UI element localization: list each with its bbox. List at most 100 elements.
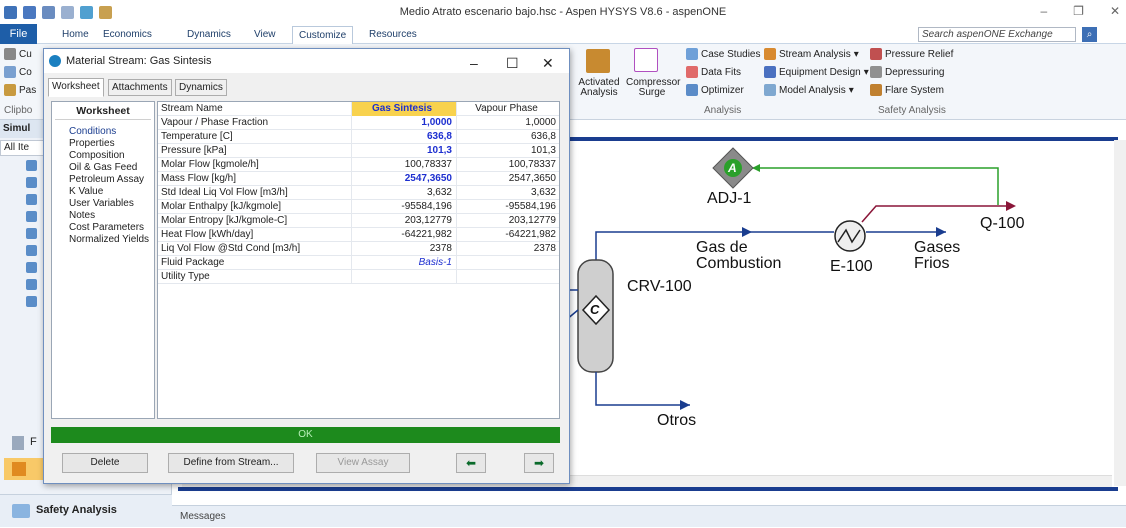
- view-assay-button: View Assay: [316, 453, 410, 473]
- adjust-signal-line: [752, 167, 999, 205]
- row-label: Molar Entropy [kJ/kgmole-C]: [161, 215, 288, 226]
- row-value-stream[interactable]: Basis-1: [351, 256, 456, 270]
- row-label: Mass Flow [kg/h]: [161, 173, 237, 184]
- messages-bar[interactable]: Messages: [172, 505, 1126, 527]
- row-label: Utility Type: [161, 271, 210, 282]
- stream-arrow-icon: [680, 400, 690, 410]
- q100-label: Q-100: [980, 215, 1025, 232]
- grid-header-stream[interactable]: Gas Sintesis: [351, 102, 456, 116]
- table-row: Molar Flow [kgmole/h] 100,78337 100,7833…: [158, 158, 559, 172]
- row-value-phase: 2378: [456, 242, 559, 256]
- row-label: Pressure [kPa]: [161, 145, 227, 156]
- row-label: Molar Flow [kgmole/h]: [161, 159, 259, 170]
- nav-item-properties[interactable]: Properties: [69, 138, 115, 150]
- stream-arrow-icon: [936, 227, 946, 237]
- row-value-phase: 2547,3650: [456, 172, 559, 186]
- nav-item-composition[interactable]: Composition: [69, 150, 125, 162]
- grid-header-label: Stream Name: [161, 103, 223, 114]
- previous-arrow-icon[interactable]: ⬅: [456, 453, 486, 473]
- table-row: Fluid Package Basis-1: [158, 256, 559, 270]
- row-value-phase: 203,12779: [456, 214, 559, 228]
- dialog-tabs: Worksheet Attachments Dynamics: [44, 73, 569, 97]
- nav-item-k-value[interactable]: K Value: [69, 186, 103, 198]
- otros-stream-line: [595, 372, 690, 406]
- material-stream-dialog: Material Stream: Gas Sintesis – ☐ ✕ Work…: [43, 48, 570, 484]
- row-label: Std Ideal Liq Vol Flow [m3/h]: [161, 187, 288, 198]
- row-value-phase: 3,632: [456, 186, 559, 200]
- row-value-phase: 101,3: [456, 144, 559, 158]
- row-label: Temperature [C]: [161, 131, 233, 142]
- nav-item-petroleum-assay[interactable]: Petroleum Assay: [69, 174, 144, 186]
- delete-button[interactable]: Delete: [62, 453, 148, 473]
- nav-item-normalized-yields[interactable]: Normalized Yields: [69, 234, 149, 246]
- table-row: Molar Entropy [kJ/kgmole-C] 203,12779 20…: [158, 214, 559, 228]
- adjust-letter: A: [728, 161, 737, 175]
- adj-label: ADJ-1: [707, 190, 752, 207]
- heat-exchanger-icon[interactable]: [834, 220, 866, 252]
- dialog-body: Worksheet Conditions Properties Composit…: [44, 97, 569, 483]
- row-value-phase: 100,78337: [456, 158, 559, 172]
- nav-item-cost-parameters[interactable]: Cost Parameters: [69, 222, 144, 234]
- row-label: Liq Vol Flow @Std Cond [m3/h]: [161, 243, 301, 254]
- row-label: Molar Enthalpy [kJ/kgmole]: [161, 201, 282, 212]
- stream-icon: [49, 55, 61, 67]
- table-row: Utility Type: [158, 270, 559, 284]
- crv100-label: CRV-100: [627, 278, 692, 295]
- gas-combustion-label-2: Combustion: [696, 255, 782, 272]
- row-value-stream[interactable]: 2378: [351, 242, 456, 256]
- nav-item-conditions[interactable]: Conditions: [69, 126, 116, 138]
- e100-label: E-100: [830, 258, 873, 275]
- row-value-phase: 1,0000: [456, 116, 559, 130]
- status-bar: OK: [51, 427, 560, 443]
- row-value-stream[interactable]: 636,8: [351, 130, 456, 144]
- table-row: Molar Enthalpy [kJ/kgmole] -95584,196 -9…: [158, 200, 559, 214]
- row-value-phase: -95584,196: [456, 200, 559, 214]
- table-row: Vapour / Phase Fraction 1,0000 1,0000: [158, 116, 559, 130]
- row-value-stream[interactable]: [351, 270, 456, 284]
- gas-combustion-label-1: Gas de: [696, 239, 748, 256]
- dialog-close-icon[interactable]: ✕: [542, 51, 554, 75]
- row-value-stream[interactable]: 203,12779: [351, 214, 456, 228]
- dialog-maximize-icon[interactable]: ☐: [506, 51, 519, 75]
- table-row: Std Ideal Liq Vol Flow [m3/h] 3,632 3,63…: [158, 186, 559, 200]
- nav-item-user-variables[interactable]: User Variables: [69, 198, 134, 210]
- tab-dynamics-dialog[interactable]: Dynamics: [175, 79, 227, 96]
- row-value-stream[interactable]: 1,0000: [351, 116, 456, 130]
- table-row: Mass Flow [kg/h] 2547,3650 2547,3650: [158, 172, 559, 186]
- row-value-phase: [456, 270, 559, 284]
- conditions-grid: Stream Name Gas Sintesis Vapour Phase Va…: [157, 101, 560, 419]
- next-arrow-icon[interactable]: ➡: [524, 453, 554, 473]
- worksheet-nav: Worksheet Conditions Properties Composit…: [51, 101, 155, 419]
- dialog-title-text: Material Stream: Gas Sintesis: [66, 55, 212, 67]
- row-value-stream[interactable]: -95584,196: [351, 200, 456, 214]
- otros-label: Otros: [657, 412, 697, 429]
- row-value-stream[interactable]: 2547,3650: [351, 172, 456, 186]
- gases-frios-label-1: Gases: [914, 239, 961, 256]
- tab-attachments[interactable]: Attachments: [108, 79, 172, 96]
- reactor-letter: C: [590, 302, 600, 317]
- row-value-stream[interactable]: 101,3: [351, 144, 456, 158]
- dialog-title: Material Stream: Gas Sintesis – ☐ ✕: [44, 49, 569, 73]
- stream-arrow-icon: [742, 227, 752, 237]
- energy-arrow-icon: [1006, 201, 1016, 211]
- define-from-stream-button[interactable]: Define from Stream...: [168, 453, 294, 473]
- table-row: Temperature [C] 636,8 636,8: [158, 130, 559, 144]
- table-row: Heat Flow [kWh/day] -64221,982 -64221,98…: [158, 228, 559, 242]
- row-value-stream[interactable]: 100,78337: [351, 158, 456, 172]
- grid-header-phase: Vapour Phase: [456, 102, 559, 116]
- table-row: Liq Vol Flow @Std Cond [m3/h] 2378 2378: [158, 242, 559, 256]
- nav-title: Worksheet: [55, 102, 151, 120]
- row-label: Vapour / Phase Fraction: [161, 117, 269, 128]
- row-label: Fluid Package: [161, 257, 225, 268]
- nav-item-oil-gas-feed[interactable]: Oil & Gas Feed: [69, 162, 137, 174]
- row-value-phase: [456, 256, 559, 270]
- dialog-minimize-icon[interactable]: –: [470, 51, 478, 75]
- row-value-phase: 636,8: [456, 130, 559, 144]
- nav-item-notes[interactable]: Notes: [69, 210, 95, 222]
- row-label: Heat Flow [kWh/day]: [161, 229, 254, 240]
- row-value-stream[interactable]: 3,632: [351, 186, 456, 200]
- tab-worksheet[interactable]: Worksheet: [48, 78, 104, 97]
- row-value-phase: -64221,982: [456, 228, 559, 242]
- row-value-stream[interactable]: -64221,982: [351, 228, 456, 242]
- gases-frios-label-2: Frios: [914, 255, 950, 272]
